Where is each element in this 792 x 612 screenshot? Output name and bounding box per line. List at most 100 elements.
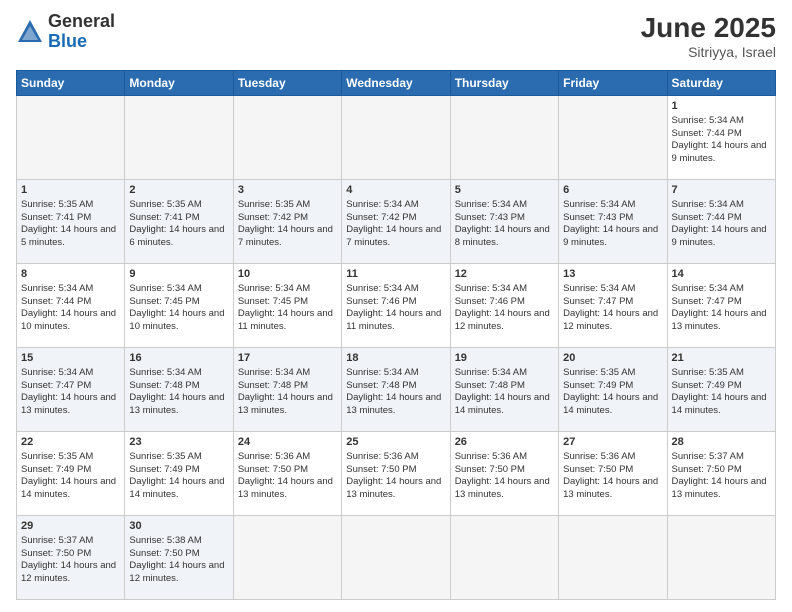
- day-number: 21: [672, 351, 771, 366]
- sunset-text: Sunset: 7:50 PM: [455, 464, 525, 475]
- calendar-cell: 3Sunrise: 5:35 AMSunset: 7:42 PMDaylight…: [233, 180, 341, 264]
- daylight-text: Daylight: 14 hours and 13 minutes.: [346, 476, 441, 500]
- daylight-text: Daylight: 14 hours and 5 minutes.: [21, 224, 116, 248]
- sunrise-text: Sunrise: 5:35 AM: [129, 451, 201, 462]
- day-number: 14: [672, 267, 771, 282]
- calendar-body: 1Sunrise: 5:34 AMSunset: 7:44 PMDaylight…: [17, 96, 776, 600]
- sunset-text: Sunset: 7:47 PM: [21, 380, 91, 391]
- sunrise-text: Sunrise: 5:34 AM: [455, 199, 527, 210]
- daylight-text: Daylight: 14 hours and 13 minutes.: [672, 476, 767, 500]
- daylight-text: Daylight: 14 hours and 12 minutes.: [21, 560, 116, 584]
- sunrise-text: Sunrise: 5:34 AM: [129, 283, 201, 294]
- sunset-text: Sunset: 7:44 PM: [672, 128, 742, 139]
- day-header-thursday: Thursday: [450, 71, 558, 96]
- calendar-cell: [559, 96, 667, 180]
- calendar-cell: [17, 96, 125, 180]
- day-header-friday: Friday: [559, 71, 667, 96]
- sunset-text: Sunset: 7:41 PM: [21, 212, 91, 223]
- logo: General Blue: [16, 12, 115, 52]
- daylight-text: Daylight: 14 hours and 9 minutes.: [672, 140, 767, 164]
- sunrise-text: Sunrise: 5:34 AM: [21, 367, 93, 378]
- day-number: 4: [346, 183, 445, 198]
- daylight-text: Daylight: 14 hours and 13 minutes.: [455, 476, 550, 500]
- calendar-table: SundayMondayTuesdayWednesdayThursdayFrid…: [16, 70, 776, 600]
- sunset-text: Sunset: 7:42 PM: [346, 212, 416, 223]
- daylight-text: Daylight: 14 hours and 8 minutes.: [455, 224, 550, 248]
- calendar-week-4: 22Sunrise: 5:35 AMSunset: 7:49 PMDayligh…: [17, 432, 776, 516]
- sunset-text: Sunset: 7:43 PM: [563, 212, 633, 223]
- location: Sitriyya, Israel: [641, 44, 776, 60]
- sunrise-text: Sunrise: 5:35 AM: [21, 199, 93, 210]
- calendar-cell: [233, 516, 341, 600]
- sunrise-text: Sunrise: 5:34 AM: [672, 199, 744, 210]
- sunset-text: Sunset: 7:44 PM: [21, 296, 91, 307]
- calendar-cell: 22Sunrise: 5:35 AMSunset: 7:49 PMDayligh…: [17, 432, 125, 516]
- sunset-text: Sunset: 7:48 PM: [129, 380, 199, 391]
- calendar-cell: [450, 96, 558, 180]
- sunrise-text: Sunrise: 5:34 AM: [563, 283, 635, 294]
- calendar-cell: 10Sunrise: 5:34 AMSunset: 7:45 PMDayligh…: [233, 264, 341, 348]
- sunrise-text: Sunrise: 5:35 AM: [21, 451, 93, 462]
- day-number: 15: [21, 351, 120, 366]
- sunset-text: Sunset: 7:49 PM: [672, 380, 742, 391]
- calendar-cell: 17Sunrise: 5:34 AMSunset: 7:48 PMDayligh…: [233, 348, 341, 432]
- sunrise-text: Sunrise: 5:34 AM: [346, 199, 418, 210]
- daylight-text: Daylight: 14 hours and 7 minutes.: [346, 224, 441, 248]
- calendar-cell: 23Sunrise: 5:35 AMSunset: 7:49 PMDayligh…: [125, 432, 233, 516]
- sunrise-text: Sunrise: 5:34 AM: [346, 367, 418, 378]
- sunrise-text: Sunrise: 5:35 AM: [672, 367, 744, 378]
- day-number: 3: [238, 183, 337, 198]
- calendar-cell: 28Sunrise: 5:37 AMSunset: 7:50 PMDayligh…: [667, 432, 775, 516]
- logo-general-text: General: [48, 12, 115, 32]
- calendar-cell: [342, 96, 450, 180]
- daylight-text: Daylight: 14 hours and 9 minutes.: [563, 224, 658, 248]
- day-number: 8: [21, 267, 120, 282]
- day-header-monday: Monday: [125, 71, 233, 96]
- day-header-sunday: Sunday: [17, 71, 125, 96]
- sunset-text: Sunset: 7:48 PM: [455, 380, 525, 391]
- sunrise-text: Sunrise: 5:38 AM: [129, 535, 201, 546]
- daylight-text: Daylight: 14 hours and 13 minutes.: [672, 308, 767, 332]
- daylight-text: Daylight: 14 hours and 12 minutes.: [129, 560, 224, 584]
- sunset-text: Sunset: 7:48 PM: [346, 380, 416, 391]
- calendar-cell: 18Sunrise: 5:34 AMSunset: 7:48 PMDayligh…: [342, 348, 450, 432]
- calendar-cell: 16Sunrise: 5:34 AMSunset: 7:48 PMDayligh…: [125, 348, 233, 432]
- daylight-text: Daylight: 14 hours and 14 minutes.: [129, 476, 224, 500]
- calendar-cell: 8Sunrise: 5:34 AMSunset: 7:44 PMDaylight…: [17, 264, 125, 348]
- sunrise-text: Sunrise: 5:35 AM: [238, 199, 310, 210]
- day-number: 26: [455, 435, 554, 450]
- calendar-cell: 13Sunrise: 5:34 AMSunset: 7:47 PMDayligh…: [559, 264, 667, 348]
- day-number: 24: [238, 435, 337, 450]
- calendar-cell: 15Sunrise: 5:34 AM Sunset: 7:47 PMDayligh…: [17, 348, 125, 432]
- calendar-cell: [233, 96, 341, 180]
- daylight-text: Daylight: 14 hours and 7 minutes.: [238, 224, 333, 248]
- calendar-cell: [342, 516, 450, 600]
- daylight-text: Daylight: 14 hours and 13 minutes.: [21, 392, 116, 416]
- logo-blue-text: Blue: [48, 32, 115, 52]
- sunset-text: Sunset: 7:44 PM: [672, 212, 742, 223]
- calendar-cell: 24Sunrise: 5:36 AMSunset: 7:50 PMDayligh…: [233, 432, 341, 516]
- sunrise-text: Sunrise: 5:34 AM: [672, 115, 744, 126]
- day-number: 1: [672, 99, 771, 114]
- sunset-text: Sunset: 7:50 PM: [129, 548, 199, 559]
- daylight-text: Daylight: 14 hours and 14 minutes.: [455, 392, 550, 416]
- day-number: 28: [672, 435, 771, 450]
- calendar-cell: 26Sunrise: 5:36 AM Sunset: 7:50 PMDayligh…: [450, 432, 558, 516]
- calendar-cell: 12Sunrise: 5:34 AMSunset: 7:46 PMDayligh…: [450, 264, 558, 348]
- calendar-cell: 29Sunrise: 5:37 AMSunset: 7:50 PMDayligh…: [17, 516, 125, 600]
- title-block: June 2025 Sitriyya, Israel: [641, 12, 776, 60]
- calendar-week-1: 1Sunrise: 5:35 AMSunset: 7:41 PMDaylight…: [17, 180, 776, 264]
- sunrise-text: Sunrise: 5:36 AM: [563, 451, 635, 462]
- logo-text: General Blue: [48, 12, 115, 52]
- day-header-wednesday: Wednesday: [342, 71, 450, 96]
- calendar-cell: 2Sunrise: 5:35 AMSunset: 7:41 PMDaylight…: [125, 180, 233, 264]
- sunrise-text: Sunrise: 5:36 AM: [455, 451, 527, 462]
- sunset-text: Sunset: 7:49 PM: [21, 464, 91, 475]
- sunset-text: Sunset: 7:47 PM: [563, 296, 633, 307]
- day-number: 7: [672, 183, 771, 198]
- day-number: 9: [129, 267, 228, 282]
- calendar-cell: [667, 516, 775, 600]
- day-number: 25: [346, 435, 445, 450]
- sunrise-text: Sunrise: 5:35 AM: [563, 367, 635, 378]
- daylight-text: Daylight: 14 hours and 11 minutes.: [238, 308, 333, 332]
